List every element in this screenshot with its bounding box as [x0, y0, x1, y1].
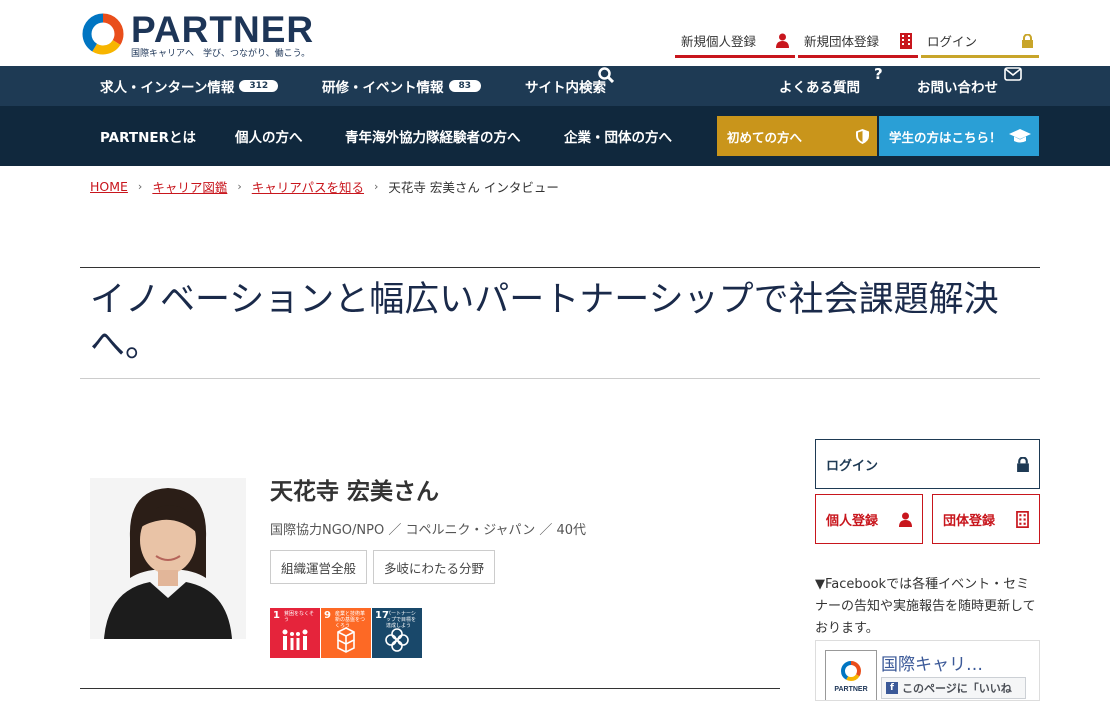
- flower-icon: [385, 628, 409, 652]
- events-count-badge: 83: [448, 80, 482, 92]
- sidebar-login-button[interactable]: ログイン: [815, 439, 1040, 489]
- nav-orgs[interactable]: 企業・団体の方へ: [564, 106, 672, 166]
- portrait-image: [90, 478, 246, 639]
- first-time-button[interactable]: 初めての方へ: [717, 116, 877, 156]
- site-header: PARTNER 国際キャリアへ 学び、つながり、働こう。 新規個人登録 新規団体…: [0, 0, 1110, 66]
- breadcrumb-career-atlas[interactable]: キャリア図鑑: [152, 177, 227, 196]
- nav-events-label: 研修・イベント情報: [322, 80, 444, 96]
- lock-icon: [1022, 33, 1033, 48]
- page-title: イノベーションと幅広いパートナーシップで社会課題解決へ。: [90, 280, 999, 365]
- primary-nav: 求人・インターン情報 312 研修・イベント情報 83 サイト内検索 よくある質…: [0, 65, 1110, 106]
- sdg-title: 貧困をなくそう: [284, 611, 315, 623]
- graduation-cap-icon: [1009, 128, 1031, 142]
- lock-icon: [1017, 456, 1029, 472]
- logo-ring-icon: [82, 13, 124, 55]
- breadcrumb: HOME › キャリア図鑑 › キャリアパスを知る › 天花寺 宏美さん インタ…: [90, 177, 559, 196]
- mail-icon: [1004, 67, 1022, 81]
- nav-about[interactable]: PARTNERとは: [100, 106, 196, 166]
- chevron-right-icon: ›: [237, 180, 242, 193]
- interviewee-meta: 国際協力NGO/NPO ／ コペルニク・ジャパン ／ 40代: [270, 523, 587, 538]
- facebook-note: ▼Facebookでは各種イベント・セミナーの告知や実施報告を随時更新しておりま…: [815, 577, 1036, 636]
- register-org-link[interactable]: 新規団体登録: [798, 26, 918, 58]
- person-icon: [776, 33, 789, 48]
- nav-jobs[interactable]: 求人・インターン情報 312: [100, 66, 279, 106]
- breadcrumb-current: 天花寺 宏美さん インタビュー: [388, 180, 559, 195]
- building-icon: [1016, 510, 1029, 528]
- sidebar-register-org-label: 団体登録: [943, 513, 996, 529]
- sidebar-login-label: ログイン: [826, 458, 879, 474]
- breadcrumb-home[interactable]: HOME: [90, 179, 128, 194]
- sidebar-register-individual-label: 個人登録: [826, 513, 879, 529]
- shield-icon: [856, 128, 869, 144]
- nav-events[interactable]: 研修・イベント情報 83: [322, 66, 482, 106]
- site-logo[interactable]: PARTNER 国際キャリアへ 学び、つながり、働こう。: [81, 9, 313, 59]
- search-icon: [598, 67, 614, 83]
- logo-wordmark: PARTNER: [131, 9, 315, 50]
- facebook-page-name[interactable]: 国際キャリ…: [881, 650, 983, 675]
- fb-logo-text: PARTNER: [834, 686, 867, 693]
- nav-jobs-label: 求人・インターン情報: [100, 80, 235, 96]
- sdg-number: 9: [324, 610, 331, 621]
- tag-item[interactable]: 組織運営全般: [270, 550, 368, 584]
- first-time-label: 初めての方へ: [727, 129, 803, 145]
- register-org-label: 新規団体登録: [804, 34, 880, 49]
- question-icon: ?: [874, 65, 883, 83]
- nav-contact[interactable]: お問い合わせ: [917, 66, 1022, 106]
- jobs-count-badge: 312: [239, 80, 279, 92]
- secondary-nav: PARTNERとは 個人の方へ 青年海外協力隊経験者の方へ 企業・団体の方へ 初…: [0, 106, 1110, 166]
- sidebar-register-org-button[interactable]: 団体登録: [932, 494, 1040, 544]
- facebook-like-label: このページに「いいね: [902, 682, 1012, 695]
- register-individual-link[interactable]: 新規個人登録: [675, 26, 795, 58]
- building-icon: [900, 32, 912, 49]
- sdg-9-icon: 9 産業と技術革新の基盤をつくろう: [321, 608, 371, 658]
- nav-site-search[interactable]: サイト内検索: [525, 66, 614, 106]
- sidebar-register-individual-button[interactable]: 個人登録: [815, 494, 923, 544]
- chevron-right-icon: ›: [137, 180, 143, 193]
- nav-search-label: サイト内検索: [525, 80, 606, 96]
- register-individual-label: 新規個人登録: [681, 34, 757, 49]
- logo-tagline: 国際キャリアへ 学び、つながり、働こう。: [131, 49, 311, 59]
- nav-faq[interactable]: よくある質問 ?: [779, 65, 883, 106]
- chevron-right-icon: ›: [374, 180, 379, 193]
- facebook-page-avatar[interactable]: PARTNER: [825, 650, 877, 700]
- category-tags: 組織運営全般 多岐にわたる分野: [270, 550, 496, 584]
- login-label: ログイン: [927, 34, 978, 49]
- nav-faq-label: よくある質問: [779, 80, 860, 96]
- login-link[interactable]: ログイン: [921, 26, 1039, 58]
- facebook-icon: f: [886, 682, 898, 694]
- interviewee-name: 天花寺 宏美さん: [270, 478, 440, 505]
- students-label: 学生の方はこちら！: [889, 129, 1002, 145]
- partner-logo-icon: PARTNER: [834, 661, 868, 693]
- sdg-icons: 1 貧困をなくそう 9 産業と技術革新の基盤をつくろう 17 パートナーシップで…: [270, 608, 422, 658]
- tag-item[interactable]: 多岐にわたる分野: [373, 550, 496, 584]
- cubes-icon: [337, 627, 355, 653]
- facebook-page-widget: PARTNER 国際キャリ… f このページに「いいね: [815, 640, 1040, 701]
- header-account-links: 新規個人登録 新規団体登録 ログイン: [675, 26, 1039, 58]
- nav-jocv[interactable]: 青年海外協力隊経験者の方へ: [345, 106, 521, 166]
- nav-individual[interactable]: 個人の方へ: [235, 106, 303, 166]
- students-button[interactable]: 学生の方はこちら！: [879, 116, 1039, 156]
- nav-contact-label: お問い合わせ: [917, 80, 998, 96]
- sdg-number: 1: [273, 610, 280, 621]
- sdg-1-icon: 1 貧困をなくそう: [270, 608, 320, 658]
- people-icon: [282, 629, 308, 650]
- article-title-block: イノベーションと幅広いパートナーシップで社会課題解決へ。: [80, 267, 1040, 379]
- profile-divider: [80, 688, 780, 689]
- sdg-17-icon: 17 パートナーシップで目標を達成しよう: [372, 608, 422, 658]
- person-icon: [899, 512, 912, 527]
- facebook-like-button[interactable]: f このページに「いいね: [881, 677, 1026, 699]
- interviewee-photo: [90, 478, 246, 639]
- breadcrumb-career-path[interactable]: キャリアパスを知る: [252, 177, 364, 196]
